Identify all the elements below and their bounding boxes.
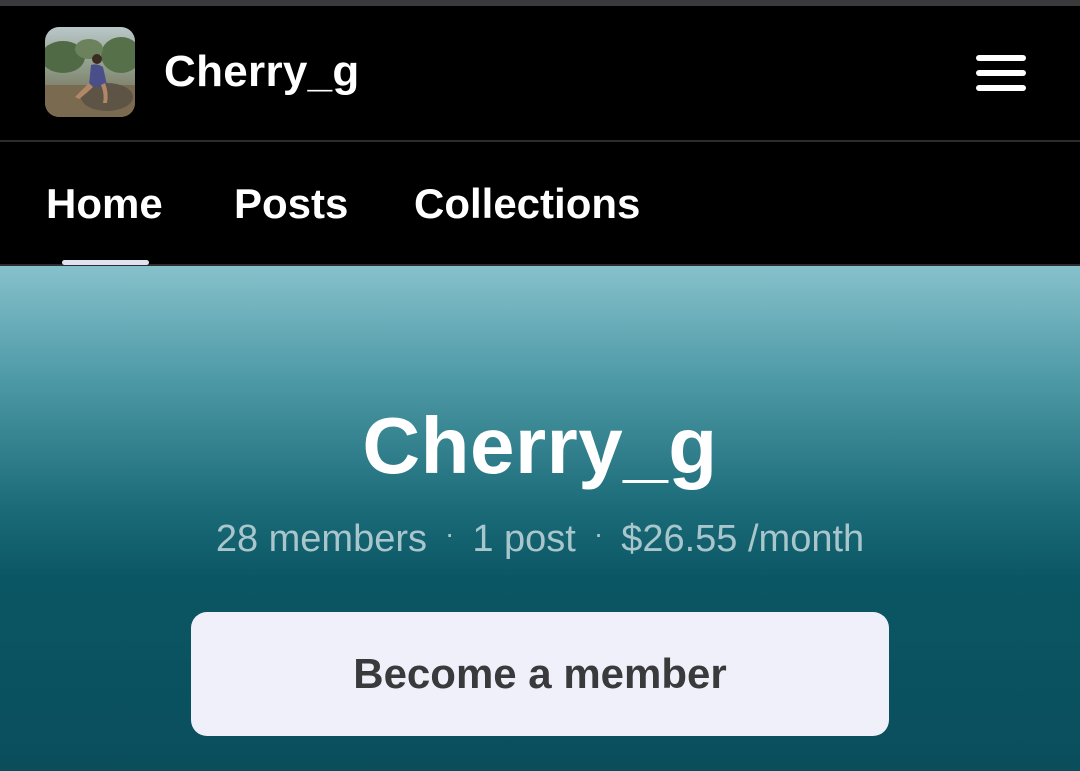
separator-dot: ·: [445, 518, 455, 549]
member-count: 28 members: [215, 518, 428, 560]
menu-button[interactable]: [970, 50, 1032, 96]
membership-price: $26.55 /month: [621, 518, 865, 560]
creator-stats: 28 members · 1 post · $26.55 /month: [0, 516, 1080, 565]
hamburger-menu-icon: [976, 55, 1026, 91]
active-tab-indicator: [62, 260, 149, 265]
tab-posts[interactable]: Posts: [234, 178, 348, 230]
hero-banner: Cherry_g 28 members · 1 post · $26.55 /month…: [0, 266, 1080, 771]
tab-collections[interactable]: Collections: [414, 178, 640, 230]
separator-dot: ·: [593, 518, 604, 549]
tab-bar: Home Posts Collections: [0, 142, 1080, 266]
tab-home[interactable]: Home: [46, 178, 163, 230]
avatar[interactable]: [45, 27, 135, 117]
post-count: 1 post: [472, 518, 576, 560]
page-title: Cherry_g: [362, 401, 718, 490]
creator-name: Cherry_g: [164, 47, 360, 96]
avatar-photo-icon: [45, 27, 135, 117]
become-member-button[interactable]: Become a member: [191, 612, 889, 736]
top-bar: Cherry_g: [0, 6, 1080, 142]
